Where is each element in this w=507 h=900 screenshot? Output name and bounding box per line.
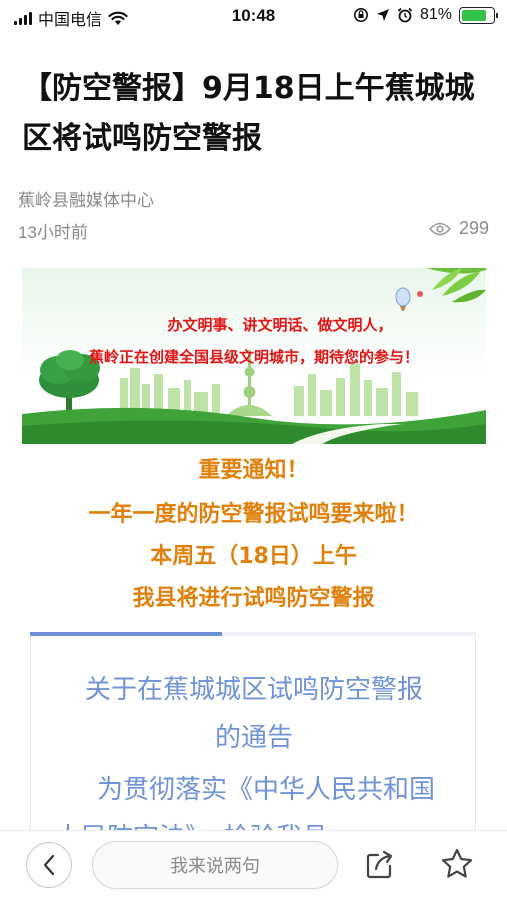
comment-placeholder: 我来说两句 [170,856,260,877]
eye-icon [428,222,451,235]
banner-slogan-line2: 蕉岭正在创建全国县级文明城市，期待您的参与！ [88,348,419,366]
view-count-value: 299 [458,218,489,238]
article-title: 【防空警报】9月18日上午蕉城城区将试鸣防空警报 [22,71,475,156]
chevron-left-icon [43,854,55,876]
notice-line-4: 我县将进行试鸣防空警报 [132,586,375,611]
status-right: 81% [353,6,498,24]
favorite-star-icon[interactable] [440,847,474,881]
rotation-lock-icon [353,8,368,22]
alarm-icon [397,7,413,23]
battery-percent: 81% [419,6,452,23]
back-button[interactable] [26,842,72,888]
article-time: 13小时前 [18,223,88,242]
location-icon [376,9,389,21]
notice-line-3: 本周五（18日）上午 [150,544,357,569]
bottom-bar: 我来说两句 [0,830,507,900]
status-bar: 中国电信 10:48 81% [0,0,507,34]
banner-slogan-line1: 办文明事、讲文明话、做文明人， [167,316,393,334]
civilization-banner-image: 办文明事、讲文明话、做文明人， 蕉岭正在创建全国县级文明城市，期待您的参与！ [22,268,486,444]
announcement-title: 关于在蕉城城区试鸣防空警报 的通告 [31,666,475,762]
notice-line-2: 一年一度的防空警报试鸣要来啦！ [88,502,419,527]
view-count: 299 [428,218,489,239]
notice-line-1: 重要通知！ [198,458,309,483]
announcement-card: 关于在蕉城城区试鸣防空警报 的通告 为贯彻落实《中华人民共和国人民防空法》，检验… [30,636,476,856]
announcement-title-line1: 关于在蕉城城区试鸣防空警报 [84,675,423,705]
share-icon[interactable] [364,849,396,881]
article-source[interactable]: 蕉岭县融媒体中心 [18,186,154,211]
comment-input[interactable]: 我来说两句 [92,841,338,889]
battery-icon [459,6,498,24]
announcement-title-line2: 的通告 [214,723,293,753]
